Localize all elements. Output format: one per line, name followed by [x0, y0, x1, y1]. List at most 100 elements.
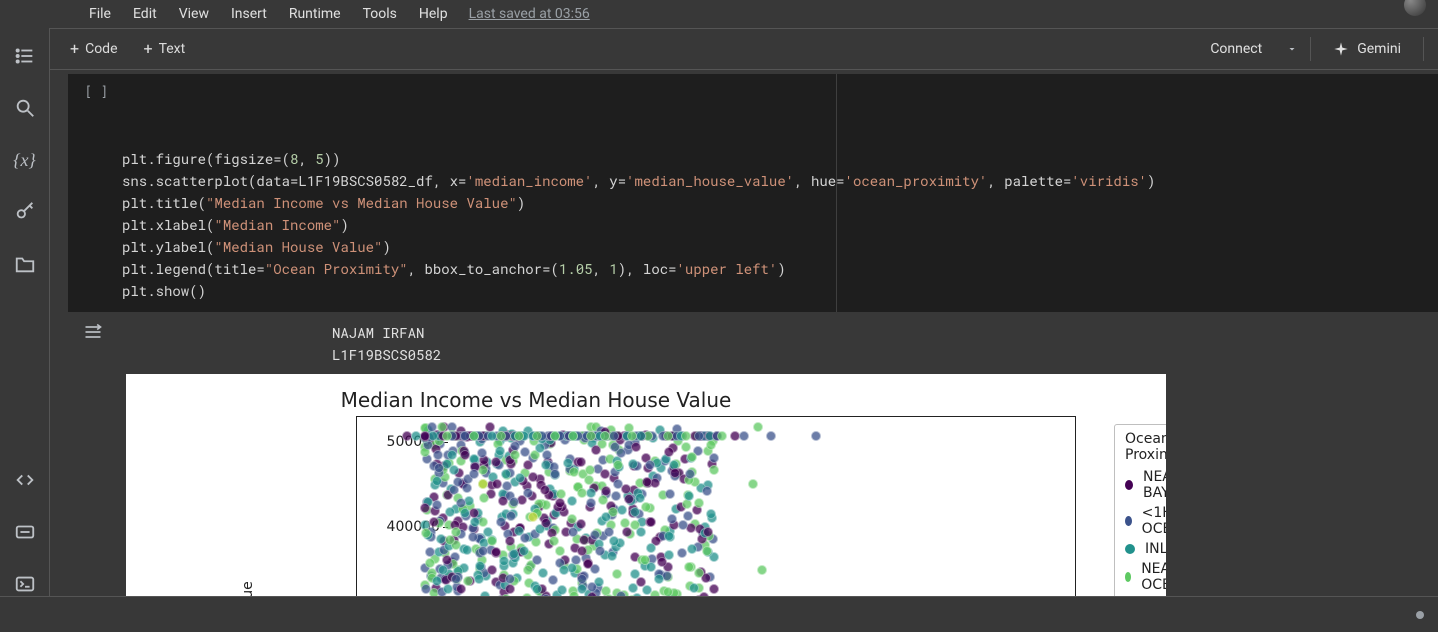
data-point: [510, 441, 520, 451]
data-point: [496, 517, 506, 527]
data-point: [739, 431, 749, 441]
data-point: [600, 431, 610, 441]
legend-label: INLAND: [1145, 541, 1166, 557]
data-point: [420, 431, 430, 441]
spark-icon: [1333, 41, 1349, 57]
data-point: [748, 479, 758, 489]
code-line[interactable]: plt.show(): [122, 280, 1434, 302]
data-point: [442, 555, 452, 565]
legend-marker-icon: [1125, 544, 1135, 554]
data-point: [577, 488, 587, 498]
legend-marker-icon: [1125, 480, 1133, 490]
data-point: [550, 431, 560, 441]
menu-insert[interactable]: Insert: [222, 3, 276, 25]
add-code-button[interactable]: + Code: [64, 37, 124, 61]
connect-button[interactable]: Connect: [1198, 35, 1274, 63]
data-point: [613, 479, 623, 489]
files-icon[interactable]: [13, 252, 37, 276]
output-toggle-icon[interactable]: [81, 322, 105, 596]
data-point: [496, 431, 506, 441]
code-line[interactable]: plt.xlabel("Median Income"): [122, 214, 1434, 236]
data-point: [586, 431, 596, 441]
data-point: [438, 565, 448, 575]
legend-entry: NEAR BAY: [1125, 467, 1166, 503]
output-text: NAJAM IRFAN L1F19BSCS0582: [122, 322, 1438, 374]
code-cell[interactable]: [ ] plt.figure(figsize=(8, 5))sns.scatte…: [68, 74, 1438, 312]
connect-dropdown-icon[interactable]: [1286, 40, 1298, 59]
data-point: [487, 536, 497, 546]
menu-bar: File Edit View Insert Runtime Tools Help…: [0, 0, 1438, 28]
divider: [1423, 37, 1424, 61]
data-point: [478, 479, 488, 489]
data-point: [555, 546, 565, 556]
data-point: [532, 431, 542, 441]
data-point: [753, 422, 763, 432]
search-icon[interactable]: [13, 96, 37, 120]
data-point: [483, 527, 493, 537]
code-line[interactable]: sns.scatterplot(data=L1F19BSCS0582_df, x…: [122, 170, 1434, 192]
code-editor[interactable]: plt.figure(figsize=(8, 5))sns.scatterplo…: [118, 74, 1438, 312]
menu-runtime[interactable]: Runtime: [280, 3, 350, 25]
data-point: [429, 517, 439, 527]
data-point: [469, 431, 479, 441]
menu-help[interactable]: Help: [410, 3, 457, 25]
code-line[interactable]: plt.figure(figsize=(8, 5)): [122, 148, 1434, 170]
terminal-icon[interactable]: [13, 572, 37, 596]
legend-marker-icon: [1125, 516, 1132, 526]
legend-marker-icon: [1125, 572, 1131, 582]
data-point: [645, 460, 655, 470]
data-point: [505, 536, 515, 546]
code-snippets-icon[interactable]: [13, 468, 37, 492]
data-point: [627, 431, 637, 441]
data-point: [523, 460, 533, 470]
data-point: [694, 431, 704, 441]
left-rail: {x}: [0, 28, 50, 596]
data-point: [478, 546, 488, 556]
secrets-icon[interactable]: [13, 200, 37, 224]
data-point: [559, 565, 569, 575]
data-point: [541, 460, 551, 470]
data-point: [568, 431, 578, 441]
data-point: [613, 460, 623, 470]
legend-entry: NEAR OCEAN: [1125, 559, 1166, 595]
menu-file[interactable]: File: [80, 3, 120, 25]
data-point: [451, 527, 461, 537]
add-text-button[interactable]: + Text: [138, 37, 192, 61]
data-point: [636, 431, 646, 441]
data-point: [460, 508, 470, 518]
data-point: [532, 584, 542, 594]
data-point: [600, 469, 610, 479]
legend-title: Ocean Proximity: [1125, 431, 1166, 463]
code-line[interactable]: plt.legend(title="Ocean Proximity", bbox…: [122, 258, 1434, 280]
data-point: [519, 546, 529, 556]
data-point: [586, 498, 596, 508]
code-line[interactable]: plt.ylabel("Median House Value"): [122, 236, 1434, 258]
data-point: [523, 565, 533, 575]
notebook-toolbar: + Code + Text Connect Gemini: [50, 28, 1438, 70]
chart-title: Median Income vs Median House Value: [126, 388, 946, 412]
menu-view[interactable]: View: [170, 3, 218, 25]
code-line[interactable]: plt.title("Median Income vs Median House…: [122, 192, 1434, 214]
data-point: [703, 527, 713, 537]
gemini-button[interactable]: Gemini: [1323, 35, 1411, 63]
toc-icon[interactable]: [13, 44, 37, 68]
save-status[interactable]: Last saved at 03:56: [469, 6, 590, 22]
variables-icon[interactable]: {x}: [13, 148, 37, 172]
chart-legend: Ocean Proximity NEAR BAY<1H OCEAN INLAND N…: [1114, 424, 1166, 596]
cell-output: NAJAM IRFAN L1F19BSCS0582 Median Income …: [50, 312, 1438, 596]
data-point: [456, 584, 466, 594]
notebook-main: [ ] plt.figure(figsize=(8, 5))sns.scatte…: [50, 70, 1438, 596]
data-point: [555, 498, 565, 508]
output-figure: Median Income vs Median House Value 5000…: [126, 374, 1166, 596]
legend-label: <1H OCEAN: [1142, 505, 1166, 537]
data-point: [474, 574, 484, 584]
data-point: [442, 431, 452, 441]
menu-tools[interactable]: Tools: [354, 3, 406, 25]
menu-edit[interactable]: Edit: [124, 3, 166, 25]
connect-label: Connect: [1210, 41, 1262, 57]
y-axis-label: House Value: [240, 581, 256, 596]
command-palette-icon[interactable]: [13, 520, 37, 544]
data-point: [654, 574, 664, 584]
cell-exec-indicator[interactable]: [ ]: [68, 74, 118, 312]
plus-icon: +: [144, 41, 153, 57]
